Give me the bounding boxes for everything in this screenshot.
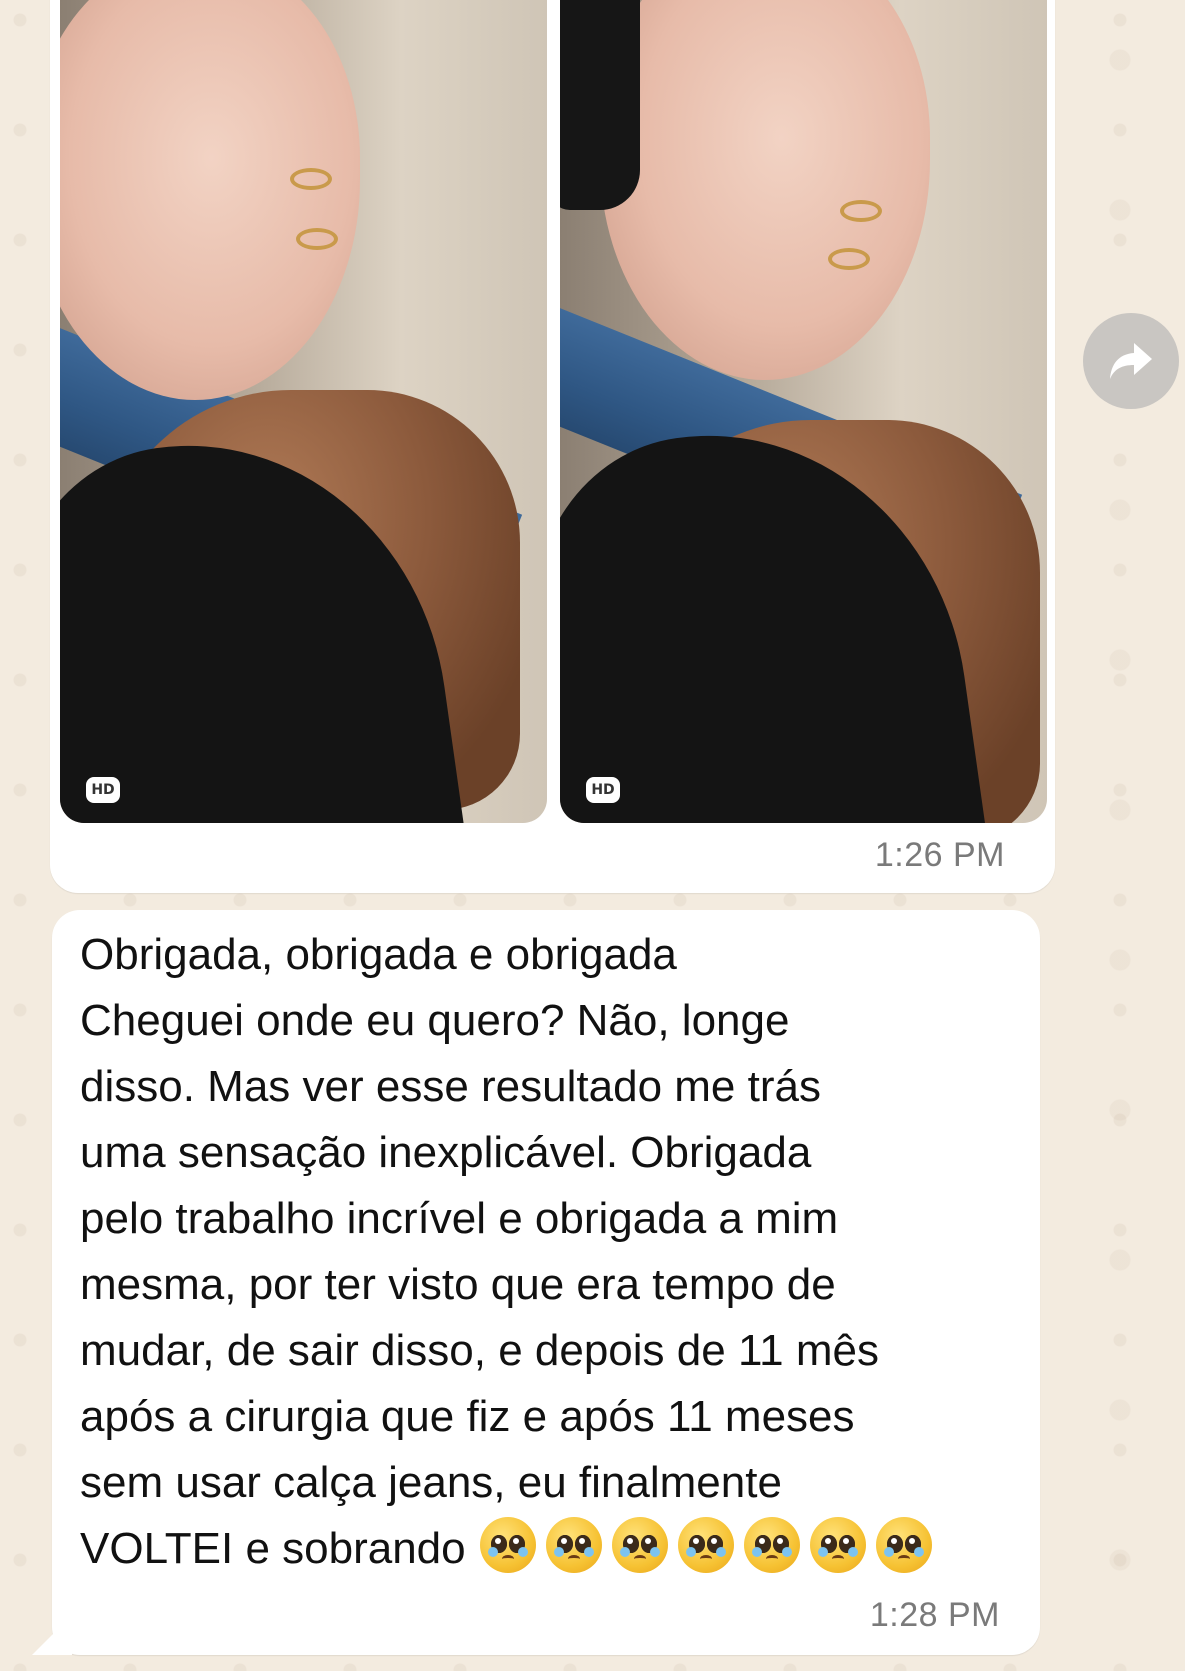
ring bbox=[290, 168, 332, 190]
ring bbox=[840, 200, 882, 222]
hd-badge-icon: HD bbox=[586, 777, 620, 803]
message-text: Obrigada, obrigada e obrigada Cheguei on… bbox=[80, 930, 879, 1573]
forward-arrow-icon bbox=[1110, 343, 1152, 379]
ring bbox=[296, 228, 338, 250]
emoji-group bbox=[479, 1517, 932, 1573]
ring bbox=[828, 248, 870, 270]
pleading-face-emoji bbox=[545, 1517, 602, 1573]
message-timestamp: 1:28 PM bbox=[869, 1596, 1000, 1634]
text-message-bubble[interactable]: Obrigada, obrigada e obrigada Cheguei on… bbox=[52, 910, 1040, 1655]
media-message-bubble[interactable]: HD HD 1:26 PM bbox=[50, 0, 1055, 893]
message-timestamp: 1:26 PM bbox=[874, 836, 1005, 874]
pleading-face-emoji bbox=[479, 1517, 536, 1573]
photo-thumbnail-2[interactable]: HD bbox=[560, 0, 1047, 823]
pleading-face-emoji bbox=[809, 1517, 866, 1573]
photo-thumbnail-1[interactable]: HD bbox=[60, 0, 547, 823]
pleading-face-emoji bbox=[875, 1517, 932, 1573]
hd-badge-icon: HD bbox=[86, 777, 120, 803]
forward-button[interactable] bbox=[1083, 313, 1179, 409]
black-sleeve bbox=[560, 0, 640, 210]
pleading-face-emoji bbox=[677, 1517, 734, 1573]
pleading-face-emoji bbox=[611, 1517, 668, 1573]
message-body: Obrigada, obrigada e obrigada Cheguei on… bbox=[80, 922, 1020, 1582]
pleading-face-emoji bbox=[743, 1517, 800, 1573]
